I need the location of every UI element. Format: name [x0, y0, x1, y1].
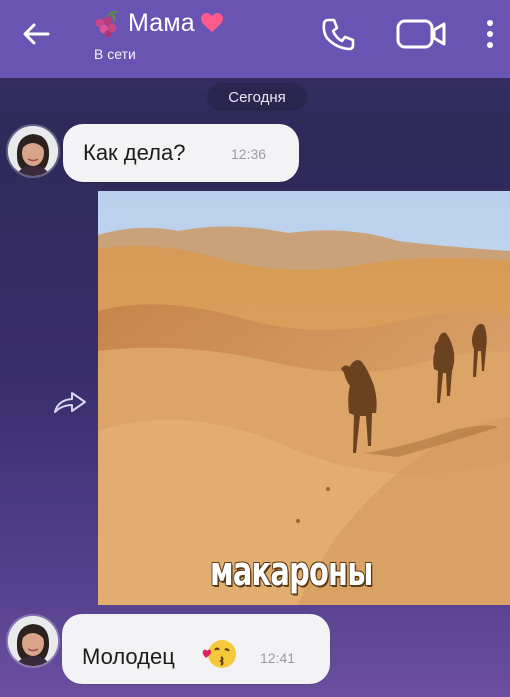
- message-time: 12:36: [231, 146, 267, 162]
- message-time: 12:41: [260, 650, 296, 666]
- image-message[interactable]: макароны: [98, 191, 510, 605]
- grapes-emoji-icon: [95, 10, 119, 37]
- incoming-message[interactable]: Молодец 12:41: [62, 614, 330, 684]
- message-text: Молодец: [82, 644, 175, 669]
- avatar[interactable]: [8, 126, 58, 176]
- kissing-face-emoji-icon: [202, 640, 236, 668]
- contact-info[interactable]: Мама В сети: [92, 6, 312, 72]
- date-separator: Сегодня: [207, 83, 307, 111]
- chat-header: Мама В сети: [0, 0, 510, 78]
- message-text: Как дела?: [83, 140, 186, 165]
- contact-title: Мама: [92, 6, 223, 40]
- desert-camels-photo: [98, 191, 510, 605]
- arrow-left-icon[interactable]: [18, 16, 54, 52]
- image-caption: макароны: [210, 549, 373, 595]
- forward-arrow-icon[interactable]: [52, 388, 90, 416]
- heart-emoji-icon: [200, 13, 223, 32]
- incoming-message[interactable]: Как дела? 12:36: [63, 124, 299, 182]
- contact-status: В сети: [94, 46, 136, 62]
- vertical-dots-icon[interactable]: [478, 14, 502, 54]
- avatar[interactable]: [8, 616, 58, 666]
- video-camera-icon[interactable]: [394, 14, 450, 54]
- contact-name: Мама: [128, 8, 195, 37]
- phone-icon[interactable]: [318, 14, 358, 54]
- avatar-photo: [8, 616, 58, 666]
- avatar-photo: [8, 126, 58, 176]
